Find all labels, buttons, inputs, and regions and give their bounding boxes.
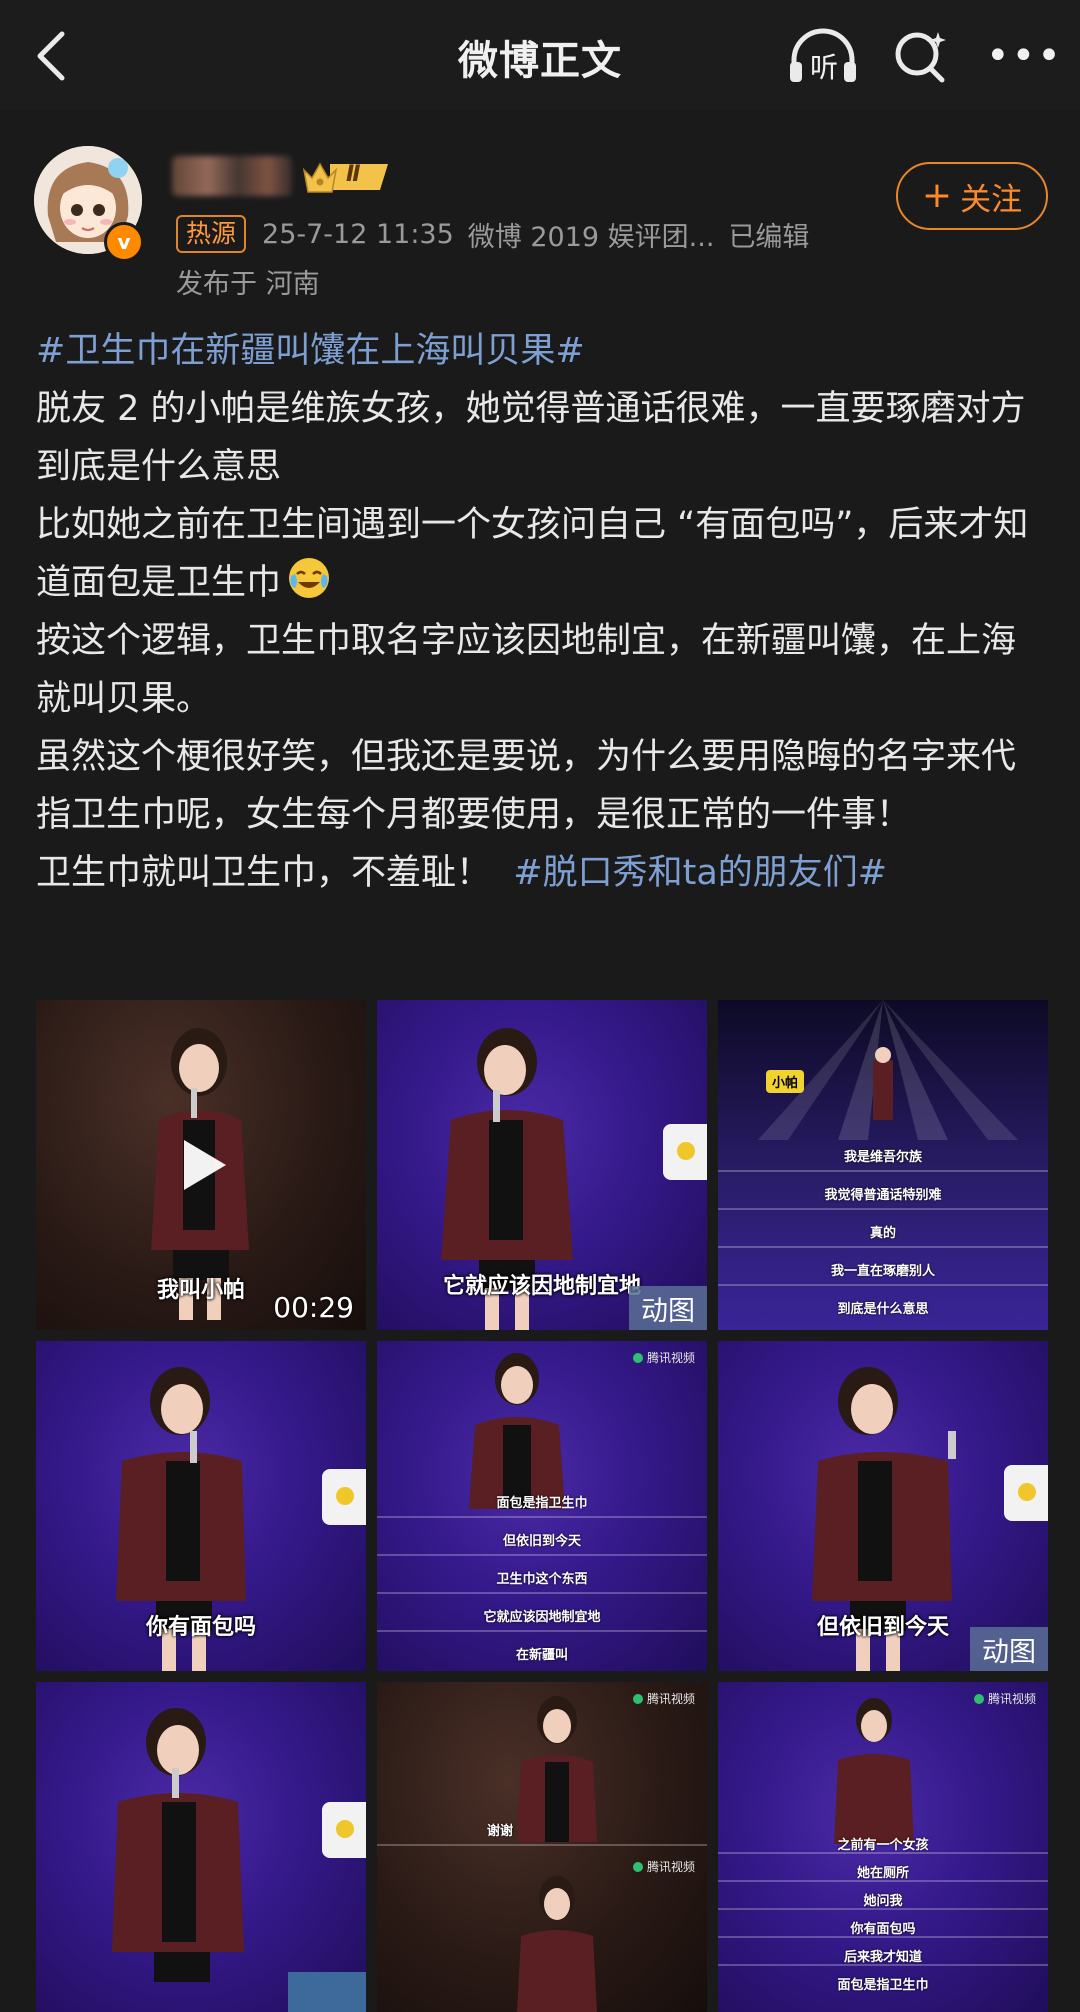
image-thumbnail[interactable]: 腾讯视频 谢谢 腾讯视频 [377, 1682, 707, 2012]
post-paragraph: 比如她之前在卫生间遇到一个女孩问自己 “有面包吗”，后来才知道面包是卫生巾 [36, 505, 1029, 603]
gif-badge: 动图 [970, 1627, 1048, 1671]
follow-button[interactable]: + 关注 [896, 162, 1048, 230]
caption-line: 之前有一个女孩 [837, 1838, 929, 1853]
divider [718, 1284, 1048, 1286]
post-source[interactable]: 微博 2019 娱评团... [468, 215, 715, 254]
edited-label[interactable]: 已编辑 [728, 215, 809, 254]
post-paragraph: 卫生巾就叫卫生巾，不羞耻！ [36, 853, 492, 893]
post-paragraph: 按这个逻辑，卫生巾取名字应该因地制宜，在新疆叫馕，在上海就叫贝果。 [36, 621, 1017, 719]
caption-line: 你有面包吗 [850, 1922, 916, 1937]
caption-line: 她在厕所 [856, 1866, 909, 1881]
caption-line: 谢谢 [487, 1824, 514, 1839]
image-thumbnail[interactable]: 腾讯视频 之前有一个女孩 她在厕所 她问我 你有面包吗 后来我才知道 面包是指卫… [718, 1682, 1048, 2012]
caption-line: 我觉得普通话特别难 [824, 1188, 942, 1203]
more-icon[interactable]: ••• [986, 36, 1061, 76]
divider [377, 1554, 707, 1556]
caption-line: 后来我才知道 [843, 1950, 922, 1965]
gif-badge: 动图 [629, 1286, 707, 1330]
performer-figure [469, 1353, 565, 1509]
image-thumbnail[interactable]: 腾讯视频 面包是指卫生巾 但依旧到今天 卫生巾这个东西 它就应该因地制宜地 在新… [377, 1341, 707, 1671]
tencent-video-watermark: 腾讯视频 [633, 1349, 695, 1366]
caption-line: 到底是什么意思 [837, 1302, 929, 1317]
laugh-cry-emoji-icon [287, 556, 331, 600]
caption-line: 她问我 [863, 1894, 903, 1909]
post-paragraph: 脱友 2 的小帕是维族女孩，她觉得普通话很难，一直要琢磨对方到底是什么意思 [36, 389, 1026, 487]
image-thumbnail[interactable]: 但依旧到今天 动图 [718, 1341, 1048, 1671]
side-card [322, 1802, 366, 1858]
post-body: #卫生巾在新疆叫馕在上海叫贝果# 脱友 2 的小帕是维族女孩，她觉得普通话很难，… [36, 322, 1048, 902]
caption-line: 我是维吾尔族 [843, 1150, 922, 1165]
performer-figure [517, 1876, 597, 2012]
caption-line: 我一直在琢磨别人 [830, 1264, 935, 1279]
mountain-icon [288, 1972, 366, 2012]
caption-line: 面包是指卫生巾 [837, 1978, 929, 1993]
tencent-video-watermark: 腾讯视频 [633, 1858, 695, 1875]
post-meta: 热源 25-7-12 11:35 微博 2019 娱评团... 已编辑 [176, 214, 823, 254]
divider [377, 1630, 707, 1632]
image-thumbnail[interactable] [36, 1682, 366, 2012]
post-location: 发布于 河南 [176, 269, 320, 300]
image-thumbnail[interactable]: 它就应该因地制宜地 动图 [377, 1000, 707, 1330]
username-blurred[interactable] [172, 156, 292, 196]
divider [377, 1516, 707, 1518]
hashtag-link[interactable]: #卫生巾在新疆叫馕在上海叫贝果# [36, 331, 585, 371]
image-grid: 我叫小帕 00:29 它就应该因地制宜地 动图 小帕 我是维吾尔族 我觉得普通话… [36, 1000, 1048, 2012]
play-icon[interactable] [172, 1136, 230, 1194]
caption-line: 但依旧到今天 [502, 1534, 581, 1549]
caption-line: 卫生巾这个东西 [496, 1572, 588, 1587]
image-thumbnail[interactable]: 你有面包吗 [36, 1341, 366, 1671]
hashtag-link[interactable]: #脱口秀和ta的朋友们# [513, 853, 887, 893]
hot-source-badge[interactable]: 热源 [176, 215, 247, 253]
plus-icon: + [921, 175, 953, 216]
video-thumbnail[interactable]: 我叫小帕 00:29 [36, 1000, 366, 1330]
divider [377, 1844, 707, 1846]
level-label: Ⅱ [346, 162, 361, 187]
post-paragraph: 虽然这个梗很好笑，但我还是要说，为什么要用隐晦的名字来代指卫生巾呢，女生每个月都… [36, 737, 1017, 835]
caption-line: 它就应该因地制宜地 [483, 1610, 601, 1625]
name-tag: 小帕 [766, 1070, 805, 1093]
side-card [322, 1469, 366, 1525]
verified-icon: v [104, 222, 144, 262]
caption-line: 在新疆叫 [515, 1648, 568, 1663]
side-card [1004, 1465, 1048, 1521]
image-subtitle: 你有面包吗 [145, 1615, 256, 1640]
tencent-video-watermark: 腾讯视频 [974, 1690, 1036, 1707]
divider [718, 1246, 1048, 1248]
caption-line: 真的 [869, 1226, 896, 1241]
image-thumbnail[interactable]: 小帕 我是维吾尔族 我觉得普通话特别难 真的 我一直在琢磨别人 到底是什么意思 [718, 1000, 1048, 1330]
search-icon[interactable] [892, 28, 950, 86]
listen-button[interactable]: 听 [786, 28, 860, 84]
divider [718, 1208, 1048, 1210]
side-card [663, 1124, 707, 1180]
follow-label: 关注 [960, 181, 1023, 218]
video-duration: 00:29 [273, 1291, 354, 1324]
caption-line: 面包是指卫生巾 [496, 1496, 588, 1511]
top-nav-bar: 微博正文 听 ••• [0, 0, 1080, 110]
performer-figure [834, 1698, 914, 1844]
post-date: 25-7-12 11:35 [262, 218, 454, 250]
tencent-video-watermark: 腾讯视频 [633, 1690, 695, 1707]
level-badge: Ⅱ [300, 158, 392, 196]
listen-label: 听 [810, 51, 839, 84]
divider [718, 1170, 1048, 1172]
divider [377, 1592, 707, 1594]
performer-figure [112, 1708, 244, 1982]
